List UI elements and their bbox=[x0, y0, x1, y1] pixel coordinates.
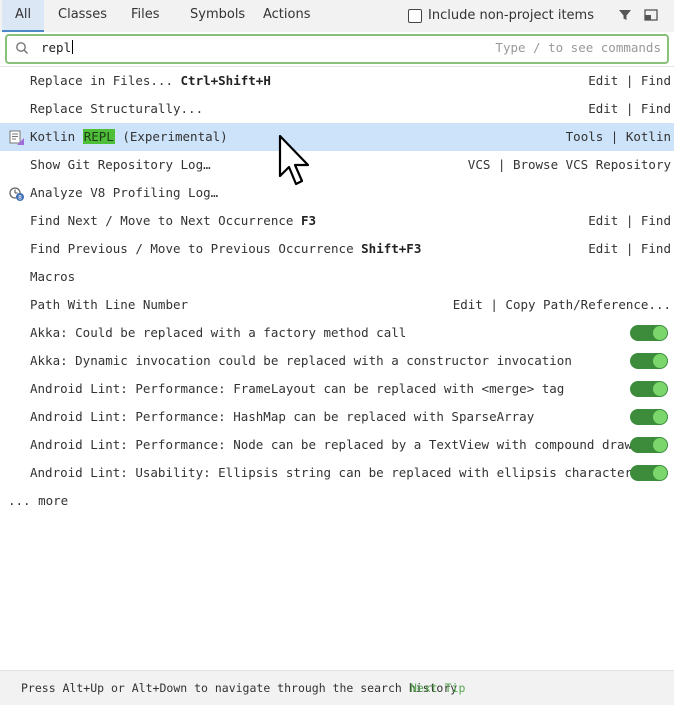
inspection-toggle[interactable] bbox=[630, 325, 668, 341]
result-name: Find Previous / Move to Previous Occurre… bbox=[30, 235, 421, 263]
more-results-link[interactable]: ... more bbox=[8, 491, 68, 511]
v8-profiling-icon: 8 bbox=[9, 187, 24, 202]
search-hint: Type / to see commands bbox=[495, 40, 661, 55]
mouse-cursor-icon bbox=[278, 134, 310, 186]
search-icon bbox=[16, 42, 29, 55]
result-name: Kotlin REPL (Experimental) bbox=[30, 123, 228, 151]
result-row[interactable]: Path With Line Number Edit | Copy Path/R… bbox=[0, 291, 674, 319]
search-input-text: repl bbox=[41, 40, 72, 55]
inspection-name: Android Lint: Performance: Node can be r… bbox=[30, 437, 663, 452]
pin-window-icon[interactable] bbox=[644, 8, 658, 22]
result-name: Show Git Repository Log… bbox=[30, 157, 211, 172]
result-name: Macros bbox=[30, 269, 76, 284]
inspection-toggle[interactable] bbox=[630, 353, 668, 369]
result-row[interactable]: Replace in Files... Ctrl+Shift+H Edit | … bbox=[0, 67, 674, 95]
toggle-knob bbox=[653, 438, 667, 452]
match-highlight: REPL bbox=[82, 129, 115, 144]
inspection-name: Android Lint: Usability: Ellipsis string… bbox=[30, 465, 633, 480]
toggle-knob bbox=[653, 326, 667, 340]
result-row[interactable]: Find Previous / Move to Previous Occurre… bbox=[0, 235, 674, 263]
search-everywhere-header: All Classes Files Symbols Actions Includ… bbox=[0, 0, 674, 32]
result-location: Edit | Find bbox=[588, 101, 671, 116]
result-row[interactable]: Find Next / Move to Next Occurrence F3 E… bbox=[0, 207, 674, 235]
svg-text:8: 8 bbox=[18, 195, 22, 202]
result-label-post: (Experimental) bbox=[114, 129, 228, 144]
result-name: Replace Structurally... bbox=[30, 101, 204, 116]
result-shortcut: F3 bbox=[300, 213, 316, 228]
result-row[interactable]: 8 Analyze V8 Profiling Log… bbox=[0, 179, 674, 207]
toggle-knob bbox=[653, 466, 667, 480]
result-name: Analyze V8 Profiling Log… bbox=[30, 185, 219, 200]
inspection-name: Android Lint: Performance: FrameLayout c… bbox=[30, 381, 565, 396]
result-row[interactable]: Show Git Repository Log… VCS | Browse VC… bbox=[0, 151, 674, 179]
result-label: Find Previous / Move to Previous Occurre… bbox=[30, 241, 354, 256]
result-location: Edit | Find bbox=[588, 241, 671, 256]
include-non-project-checkbox[interactable] bbox=[408, 9, 422, 23]
inspection-row[interactable]: Android Lint: Performance: HashMap can b… bbox=[0, 403, 674, 431]
result-location: Tools | Kotlin bbox=[565, 129, 671, 144]
inspection-name: Android Lint: Performance: HashMap can b… bbox=[30, 409, 535, 424]
kotlin-repl-icon bbox=[9, 130, 24, 145]
inspection-toggle[interactable] bbox=[630, 437, 668, 453]
result-row-selected[interactable]: Kotlin REPL (Experimental) Tools | Kotli… bbox=[0, 123, 674, 151]
result-location: VCS | Browse VCS Repository bbox=[467, 157, 671, 172]
result-label: Replace in Files... bbox=[30, 73, 173, 88]
tab-files[interactable]: Files bbox=[131, 0, 160, 30]
tab-actions[interactable]: Actions bbox=[263, 0, 311, 30]
search-box[interactable]: repl Type / to see commands bbox=[5, 34, 669, 64]
result-name: Find Next / Move to Next Occurrence F3 bbox=[30, 207, 316, 235]
search-input[interactable]: repl bbox=[41, 40, 74, 56]
inspection-toggle[interactable] bbox=[630, 465, 668, 481]
next-tip-link[interactable]: Next Tip bbox=[410, 680, 465, 696]
footer-tip-text: Press Alt+Up or Alt+Down to navigate thr… bbox=[21, 681, 458, 695]
result-row[interactable]: Replace Structurally... Edit | Find bbox=[0, 95, 674, 123]
result-name: Path With Line Number bbox=[30, 297, 189, 312]
inspection-row[interactable]: Akka: Could be replaced with a factory m… bbox=[0, 319, 674, 347]
footer-tip-bar: Press Alt+Up or Alt+Down to navigate thr… bbox=[0, 670, 674, 705]
result-label: Find Next / Move to Next Occurrence bbox=[30, 213, 294, 228]
inspection-row[interactable]: Android Lint: Performance: Node can be r… bbox=[0, 431, 674, 459]
result-shortcut: Shift+F3 bbox=[361, 241, 422, 256]
result-shortcut: Ctrl+Shift+H bbox=[180, 73, 271, 88]
tab-all[interactable]: All bbox=[2, 0, 44, 32]
tab-symbols[interactable]: Symbols bbox=[190, 0, 245, 30]
include-non-project-label: Include non-project items bbox=[428, 8, 594, 23]
tab-classes[interactable]: Classes bbox=[58, 0, 107, 30]
inspection-row[interactable]: Android Lint: Performance: FrameLayout c… bbox=[0, 375, 674, 403]
result-location: Edit | Find bbox=[588, 213, 671, 228]
result-name: Replace in Files... Ctrl+Shift+H bbox=[30, 67, 271, 95]
text-caret bbox=[72, 40, 74, 54]
result-row[interactable]: Macros bbox=[0, 263, 674, 291]
inspection-row[interactable]: Akka: Dynamic invocation could be replac… bbox=[0, 347, 674, 375]
filter-icon[interactable] bbox=[618, 8, 632, 22]
result-location: Edit | Find bbox=[588, 73, 671, 88]
toggle-knob bbox=[653, 410, 667, 424]
inspection-toggle[interactable] bbox=[630, 409, 668, 425]
inspection-toggle[interactable] bbox=[630, 381, 668, 397]
inspection-name: Akka: Could be replaced with a factory m… bbox=[30, 325, 407, 340]
inspection-row[interactable]: Android Lint: Usability: Ellipsis string… bbox=[0, 459, 674, 487]
result-location: Edit | Copy Path/Reference... bbox=[452, 297, 671, 312]
toggle-knob bbox=[653, 382, 667, 396]
toggle-knob bbox=[653, 354, 667, 368]
result-label-pre: Kotlin bbox=[30, 129, 83, 144]
inspection-name: Akka: Dynamic invocation could be replac… bbox=[30, 353, 572, 368]
